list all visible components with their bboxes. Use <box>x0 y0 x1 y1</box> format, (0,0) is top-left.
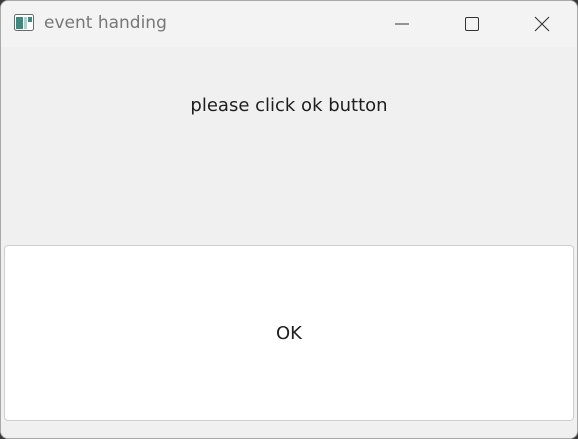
app-window-icon <box>14 14 34 31</box>
minimize-icon <box>395 23 409 25</box>
maximize-button[interactable] <box>443 1 501 47</box>
window-title: event handing <box>44 13 167 33</box>
close-icon <box>534 16 550 32</box>
client-area: please click ok button OK <box>1 47 577 438</box>
instruction-label: please click ok button <box>190 95 388 116</box>
app-window: event handing please click ok button OK <box>0 0 578 439</box>
ok-button[interactable]: OK <box>4 245 574 421</box>
close-button[interactable] <box>513 1 571 47</box>
maximize-icon <box>465 17 479 31</box>
minimize-button[interactable] <box>373 1 431 47</box>
ok-button-label: OK <box>276 322 302 344</box>
title-bar[interactable]: event handing <box>1 1 577 47</box>
